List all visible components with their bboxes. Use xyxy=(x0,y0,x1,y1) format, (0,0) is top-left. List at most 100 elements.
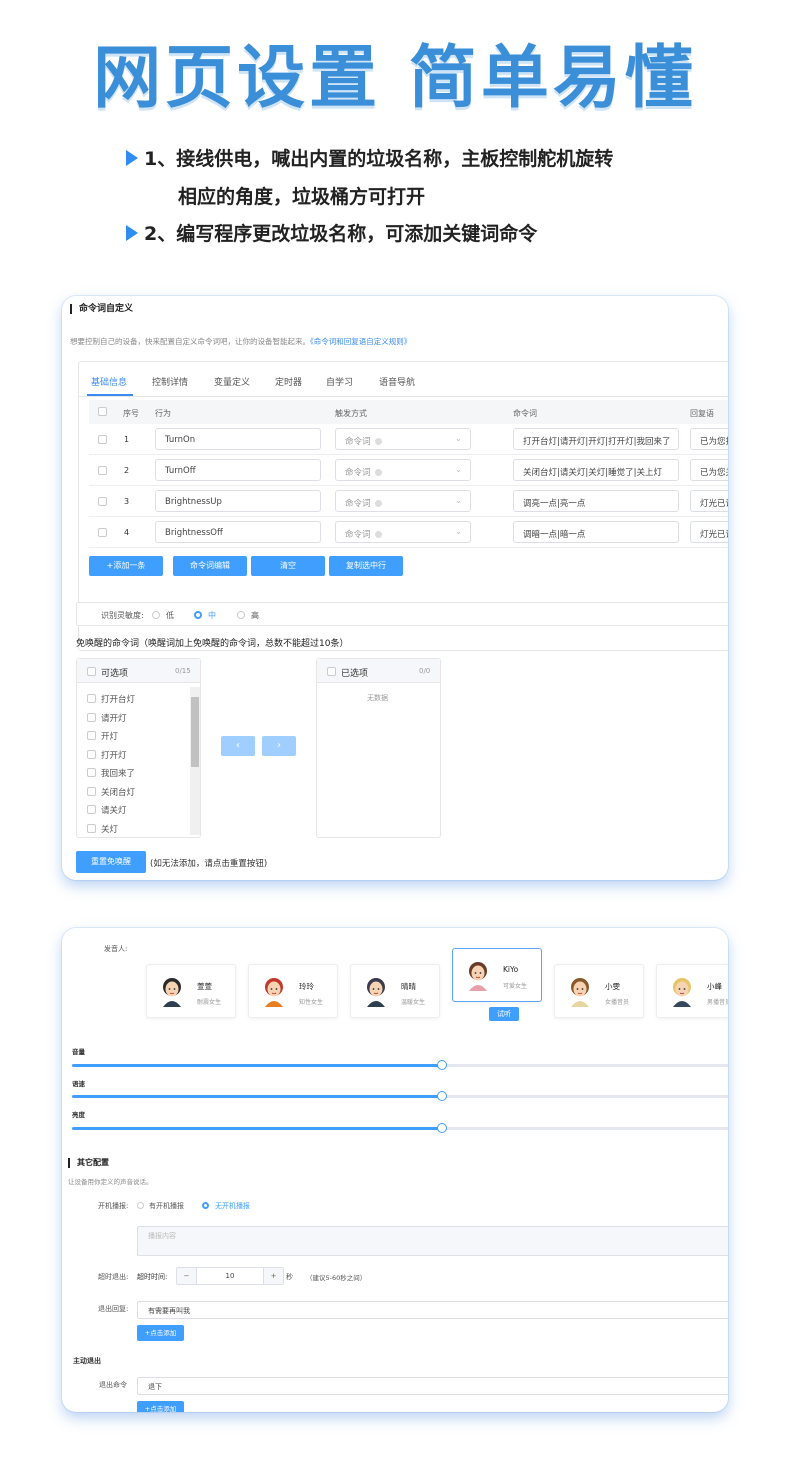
exit-reply-label: 退出回复: xyxy=(98,1305,129,1313)
edit-commands-button[interactable]: 命令词编辑 xyxy=(173,556,247,576)
voice-card[interactable]: 萱萱 耐震女生 xyxy=(146,964,236,1018)
table-row: 2 TurnOff 命令词⌄ 关闭台灯|请关灯|关灯|睡觉了|关上灯已为您关 xyxy=(89,455,728,486)
action-input[interactable]: TurnOn xyxy=(155,428,321,450)
avatar-icon xyxy=(163,978,181,1007)
voice-card[interactable]: 小峰男播音员 xyxy=(656,964,728,1018)
row-checkbox[interactable] xyxy=(98,466,107,475)
command-input[interactable]: 关闭台灯|请关灯|关灯|睡觉了|关上灯 xyxy=(513,459,679,481)
voice-settings-card: 发音人: 萱萱 耐震女生 玲玲 知性女生 晴晴 温暖女生 KiYo 可爱女生 小雯 女播音员 小峰男… xyxy=(62,928,728,1412)
add-exit-command-button[interactable]: +点击添加 xyxy=(137,1401,184,1412)
avatar-icon xyxy=(571,978,589,1007)
voice-name: 玲玲 xyxy=(299,982,314,991)
clear-button[interactable]: 清空 xyxy=(251,556,325,576)
command-input[interactable]: 调亮一点|亮一点 xyxy=(513,490,679,512)
item-checkbox[interactable] xyxy=(87,823,96,833)
action-input[interactable]: BrightnessUp xyxy=(155,490,321,512)
list-item[interactable]: 我回来了 xyxy=(87,767,135,779)
command-input[interactable]: 打开台灯|请开灯|开灯|打开灯|我回来了 xyxy=(513,428,679,450)
list-item[interactable]: 打开灯 xyxy=(87,749,127,761)
action-input[interactable]: BrightnessOff xyxy=(155,521,321,543)
list-item[interactable]: 请开灯 xyxy=(87,712,127,724)
tab-voice-nav[interactable]: 语音导航 xyxy=(379,375,415,388)
clear-icon xyxy=(374,531,382,538)
voice-name: 小峰 xyxy=(707,982,722,991)
trigger-select[interactable]: 命令词 ⌄ xyxy=(335,521,471,543)
table-row: 4 BrightnessOff 命令词⌄ 调暗一点|暗一点灯光已调 xyxy=(89,517,728,548)
reply-input[interactable]: 已为您打 xyxy=(690,428,728,450)
timeout-plus-button[interactable]: + xyxy=(263,1268,283,1284)
row-checkbox[interactable] xyxy=(98,497,107,506)
slider-track[interactable] xyxy=(72,1060,728,1070)
table-row: 1 TurnOn 命令词⌄ 打开台灯|请开灯|开灯|打开灯|我回来了已为您打 xyxy=(89,424,728,455)
command-input[interactable]: 调暗一点|暗一点 xyxy=(513,521,679,543)
sensitivity-high-radio[interactable] xyxy=(237,611,245,619)
tab-timer[interactable]: 定时器 xyxy=(275,375,302,388)
speaker-label: 发音人: xyxy=(104,945,128,953)
item-checkbox[interactable] xyxy=(87,805,96,814)
boot-on-radio[interactable] xyxy=(137,1202,144,1209)
add-row-button[interactable]: +添加一条 xyxy=(89,556,163,576)
avatar-icon xyxy=(367,978,385,1007)
reset-wake-button[interactable]: 重置免唤醒 xyxy=(76,851,146,873)
slider-fill xyxy=(72,1127,442,1130)
add-exit-reply-button[interactable]: +点击添加 xyxy=(137,1325,184,1341)
active-tab-indicator xyxy=(87,394,133,396)
item-checkbox[interactable] xyxy=(87,786,96,796)
reply-input[interactable]: 灯光已调 xyxy=(690,521,728,543)
timeout-value[interactable]: 10 xyxy=(197,1268,263,1284)
tab-self-learning[interactable]: 自学习 xyxy=(326,375,353,388)
copy-row-button[interactable]: 复制选中行 xyxy=(329,556,403,576)
hero-title: 网页设置 简单易懂 xyxy=(93,39,697,118)
row-checkbox[interactable] xyxy=(98,528,107,537)
list-item[interactable]: 关闭台灯 xyxy=(87,786,135,798)
row-checkbox[interactable] xyxy=(98,435,107,444)
voice-card[interactable]: 小雯 女播音员 xyxy=(554,964,644,1018)
exit-command-input[interactable]: 退下 xyxy=(137,1377,728,1395)
command-word-card: 命令词自定义 想要控制自己的设备，快来配置自定义命令词吧，让你的设备智能起来。《… xyxy=(62,296,728,880)
select-all-checkbox[interactable] xyxy=(98,407,107,416)
list-item[interactable]: 关灯 xyxy=(87,823,118,835)
slider-handle[interactable] xyxy=(437,1060,447,1070)
timeout-stepper[interactable]: − 10 + xyxy=(176,1267,284,1285)
move-right-button[interactable]: › xyxy=(262,736,296,756)
other-config-desc: 让设备用你定义的声音说话。 xyxy=(68,1178,153,1186)
timeout-label: 超时退出: xyxy=(98,1273,129,1281)
voice-card[interactable]: KiYo 可爱女生 xyxy=(452,948,542,1002)
boot-off-radio[interactable] xyxy=(202,1202,209,1209)
exit-reply-input[interactable]: 有需要再叫我 xyxy=(137,1301,728,1319)
voice-card[interactable]: 玲玲 知性女生 xyxy=(248,964,338,1018)
action-input[interactable]: TurnOff xyxy=(155,459,321,481)
trigger-select[interactable]: 命令词 ⌄ xyxy=(335,490,471,512)
scrollbar[interactable] xyxy=(190,687,200,835)
tab-variables[interactable]: 变量定义 xyxy=(214,375,250,388)
trigger-select[interactable]: 命令词 ⌄ xyxy=(335,428,471,450)
tab-control-detail[interactable]: 控制详情 xyxy=(152,375,188,388)
rules-link[interactable]: 《命令词和回复语自定义规则》 xyxy=(310,337,411,346)
item-checkbox[interactable] xyxy=(87,768,96,777)
slider-handle[interactable] xyxy=(437,1123,447,1133)
list-item[interactable]: 请关灯 xyxy=(87,804,127,816)
sensitivity-mid-radio[interactable] xyxy=(194,611,202,619)
timeout-minus-button[interactable]: − xyxy=(177,1268,197,1284)
slider-handle[interactable] xyxy=(437,1091,447,1101)
reply-input[interactable]: 已为您关 xyxy=(690,459,728,481)
list-item[interactable]: 开灯 xyxy=(87,730,118,742)
broadcast-content-input[interactable]: 播报内容 xyxy=(137,1226,728,1256)
trigger-select[interactable]: 命令词 ⌄ xyxy=(335,459,471,481)
reply-input[interactable]: 灯光已调 xyxy=(690,490,728,512)
audition-button[interactable]: 试听 xyxy=(489,1007,519,1021)
move-left-button[interactable]: ‹ xyxy=(221,736,255,756)
item-checkbox[interactable] xyxy=(87,731,96,740)
tab-basic-info[interactable]: 基础信息 xyxy=(91,375,127,388)
item-checkbox[interactable] xyxy=(87,694,96,703)
voice-card[interactable]: 晴晴 温暖女生 xyxy=(350,964,440,1018)
list-item[interactable]: 打开台灯 xyxy=(87,693,135,705)
selected-select-all[interactable] xyxy=(327,667,336,676)
item-checkbox[interactable] xyxy=(87,749,96,759)
slider-track[interactable] xyxy=(72,1123,728,1133)
available-select-all[interactable] xyxy=(87,667,96,676)
sensitivity-low-radio[interactable] xyxy=(152,611,160,619)
voice-desc: 耐震女生 xyxy=(197,999,222,1006)
slider-track[interactable] xyxy=(72,1091,728,1101)
item-checkbox[interactable] xyxy=(87,712,96,722)
